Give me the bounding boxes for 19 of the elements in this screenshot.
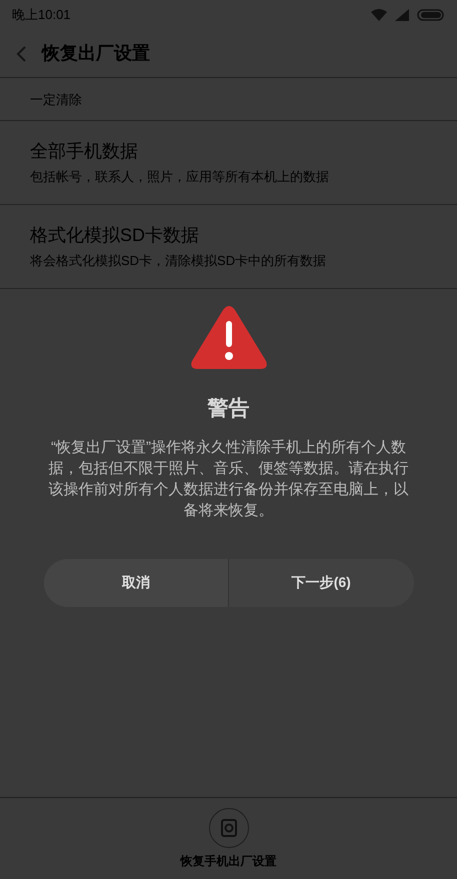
battery-icon <box>417 9 445 21</box>
wifi-icon <box>371 9 387 21</box>
item-title: 全部手机数据 <box>30 140 139 164</box>
item-subtitle: 将会格式化模拟SD卡，清除模拟SD卡中的所有数据 <box>30 252 328 270</box>
back-icon[interactable] <box>16 46 26 62</box>
item-subtitle: 包括帐号，联系人，照片，应用等所有本机上的数据 <box>30 168 330 186</box>
section-label: 一定清除 <box>30 92 82 107</box>
reset-icon[interactable] <box>208 808 248 848</box>
signal-icon <box>395 9 409 21</box>
page-title: 恢复出厂设置 <box>42 42 150 65</box>
next-button[interactable]: 下一步(6) <box>228 558 414 606</box>
dialog-message: “恢复出厂设置”操作将永久性清除手机上的所有个人数据，包括但不限于照片、音乐、便签等数据。请在执行该操作前对所有个人数据进行备份并保存至电脑上，以备将来恢复。 <box>48 438 410 520</box>
dialog-title: 警告 <box>208 396 250 422</box>
settings-item[interactable]: 格式化模拟SD卡数据 将会格式化模拟SD卡，清除模拟SD卡中的所有数据 <box>0 205 457 289</box>
item-title: 格式化模拟SD卡数据 <box>30 224 200 248</box>
status-time: 晚上10:01 <box>12 6 71 24</box>
warning-icon <box>190 305 268 371</box>
settings-item[interactable]: 全部手机数据 包括帐号，联系人，照片，应用等所有本机上的数据 <box>0 121 457 205</box>
reset-phone-label[interactable]: 恢复手机出厂设置 <box>180 852 276 870</box>
